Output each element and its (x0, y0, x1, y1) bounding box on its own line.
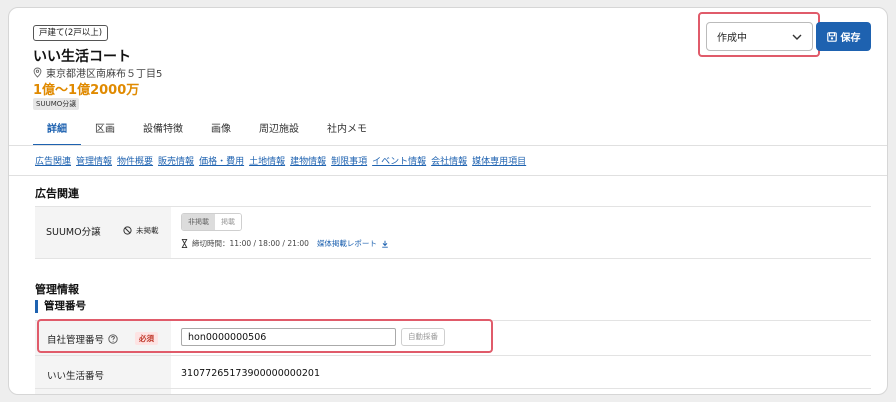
tab-details[interactable]: 詳細 (33, 116, 81, 146)
publish-toggle: 非掲載 掲載 (181, 213, 242, 231)
auto-number-button[interactable]: 自動採番 (401, 328, 445, 346)
tab-nearby[interactable]: 周辺施設 (245, 116, 313, 146)
status-select-value: 作成中 (717, 33, 747, 44)
save-button-label: 保存 (840, 33, 861, 44)
help-icon[interactable] (108, 334, 118, 344)
link-sales[interactable]: 販売情報 (158, 154, 194, 167)
required-badge: 必須 (135, 332, 158, 345)
ad-section-title: 広告関連 (35, 187, 79, 200)
unpublished-text: 未掲載 (136, 226, 159, 235)
company-number-input[interactable] (181, 328, 396, 346)
suumo-badge: SUUMO分譲 (33, 98, 80, 110)
tab-features[interactable]: 設備特徴 (129, 116, 197, 146)
company-number-label: 自社管理番号 (47, 332, 118, 346)
location-pin-icon (33, 67, 42, 78)
company-number-label-text: 自社管理番号 (47, 335, 105, 346)
tabs-divider (9, 145, 887, 146)
tab-internal-memo[interactable]: 社内メモ (313, 116, 381, 146)
mgmt-row-mid-line (35, 355, 871, 356)
toggle-publish[interactable]: 掲載 (215, 214, 241, 230)
links-divider (9, 175, 887, 176)
link-ad[interactable]: 広告関連 (35, 154, 71, 167)
tab-images[interactable]: 画像 (197, 116, 245, 146)
link-management[interactable]: 管理情報 (76, 154, 112, 167)
toggle-unpublish[interactable]: 非掲載 (182, 214, 215, 230)
property-type-badge: 戸建て(2戸以上) (33, 25, 109, 41)
unpublished-indicator: 未掲載 (123, 225, 159, 236)
property-address: 東京都港区南麻布５丁目5 (33, 65, 162, 80)
ad-row-bottom-line (35, 258, 871, 259)
deadline-text: 締切時間：11:00 / 18:00 / 21:00 (192, 239, 309, 248)
mgmt-subsection-title: 管理番号 (35, 300, 86, 313)
save-button[interactable]: 保存 (816, 22, 871, 51)
link-media[interactable]: 媒体専用項目 (472, 154, 526, 167)
deadline-note: 締切時間：11:00 / 18:00 / 21:00 媒体掲載レポート (181, 238, 389, 249)
mgmt-row-bottom-line (35, 388, 871, 389)
media-report-link[interactable]: 媒体掲載レポート (317, 238, 377, 249)
link-restrictions[interactable]: 制限事項 (331, 154, 367, 167)
hourglass-icon (181, 239, 188, 248)
suumo-row-label: SUUMO分譲 (46, 227, 101, 238)
tab-lots[interactable]: 区画 (81, 116, 129, 146)
link-land[interactable]: 土地情報 (249, 154, 285, 167)
link-company[interactable]: 会社情報 (431, 154, 467, 167)
link-overview[interactable]: 物件概要 (117, 154, 153, 167)
property-detail-panel: 戸建て(2戸以上) いい生活コート 東京都港区南麻布５丁目5 1億～1億2000… (8, 7, 888, 395)
mgmt-section-title: 管理情報 (35, 283, 79, 296)
ii-number-value: 31077265173900000000201 (181, 368, 321, 379)
link-events[interactable]: イベント情報 (372, 154, 426, 167)
section-links: 広告関連 管理情報 物件概要 販売情報 価格・費用 土地情報 建物情報 制限事項… (35, 154, 531, 167)
download-icon[interactable] (381, 240, 389, 248)
address-text: 東京都港区南麻布５丁目5 (46, 69, 163, 80)
ii-number-label: いい生活番号 (47, 371, 105, 382)
link-building[interactable]: 建物情報 (290, 154, 326, 167)
link-price[interactable]: 価格・費用 (199, 154, 244, 167)
property-name: いい生活コート (33, 49, 131, 65)
property-price: 1億～1億2000万 (33, 83, 140, 98)
prohibited-icon (123, 226, 132, 235)
chevron-down-icon (792, 34, 802, 40)
detail-tabs: 詳細 区画 設備特徴 画像 周辺施設 社内メモ (33, 116, 381, 146)
status-select[interactable]: 作成中 (706, 22, 813, 51)
save-icon (826, 31, 837, 42)
